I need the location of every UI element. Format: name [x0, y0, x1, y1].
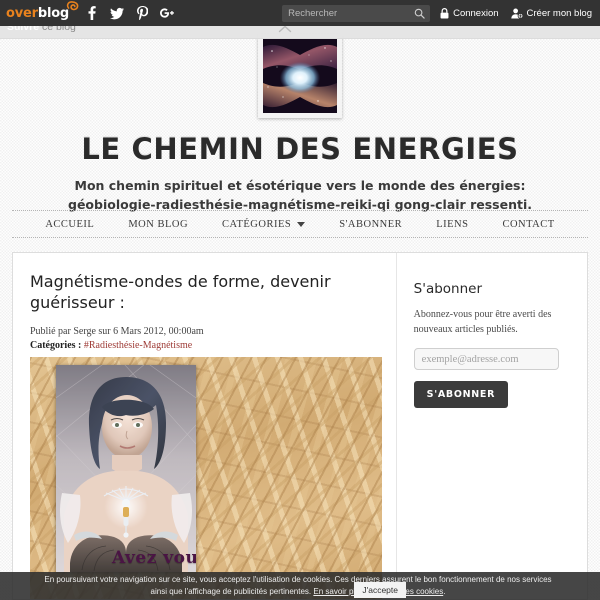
- nav-item-liens[interactable]: LIENS: [419, 219, 485, 230]
- subscribe-button[interactable]: S'ABONNER: [413, 381, 509, 408]
- nav-item-liens-label: LIENS: [436, 218, 469, 230]
- post-title[interactable]: Magnétisme-ondes de forme, devenir guéri…: [30, 271, 378, 313]
- overblog-logo-over: over: [6, 5, 38, 21]
- overblog-swirl-icon: [66, 0, 79, 10]
- pinterest-icon[interactable]: [135, 5, 149, 21]
- nav-item-accueil-label: ACCUEIL: [45, 218, 95, 230]
- post-image-overlay-text: Avez vou: [112, 548, 196, 568]
- search-icon[interactable]: [414, 8, 425, 19]
- login-link-label: Connexion: [453, 7, 499, 19]
- cookie-text-part2: .: [443, 587, 446, 596]
- social-icon-list: [85, 5, 174, 21]
- post-body-wood-background: Avez vou: [30, 357, 382, 599]
- subscribe-widget: S'abonner Abonnez-vous pour être averti …: [397, 281, 587, 408]
- overblog-logo-blog: blog: [37, 5, 70, 21]
- site-tagline: Mon chemin spirituel et ésotérique vers …: [20, 177, 580, 215]
- cookie-accept-button[interactable]: J'accepte: [354, 582, 406, 598]
- post-categories-label: Catégories :: [30, 339, 82, 351]
- overblog-toolbar: overblog Rechercher Connexion Créer mon …: [0, 0, 600, 26]
- cookie-banner-text: En poursuivant votre navigation sur ce s…: [36, 574, 564, 597]
- create-blog-link-label: Créer mon blog: [526, 7, 592, 19]
- main-navigation: ACCUEIL MON BLOG CATÉGORIES S'ABONNER LI…: [12, 210, 588, 238]
- site-logo-frame[interactable]: [258, 34, 342, 118]
- nav-item-mon-blog-label: MON BLOG: [128, 218, 189, 230]
- nav-item-contact-label: CONTACT: [502, 218, 555, 230]
- sidebar: S'abonner Abonnez-vous pour être averti …: [395, 253, 587, 599]
- article-column: Magnétisme-ondes de forme, devenir guéri…: [13, 253, 396, 599]
- lock-icon: [440, 7, 449, 19]
- site-title: LE CHEMIN DES ENERGIES: [81, 132, 519, 166]
- facebook-icon[interactable]: [85, 5, 99, 21]
- add-user-icon: [510, 8, 523, 19]
- nav-item-sabonner-label: S'ABONNER: [339, 218, 403, 230]
- subscribe-widget-title: S'abonner: [413, 281, 483, 297]
- subscribe-widget-description: Abonnez-vous pour être averti des nouvea…: [413, 309, 552, 335]
- login-link[interactable]: Connexion: [440, 7, 499, 19]
- nav-item-accueil[interactable]: ACCUEIL: [28, 219, 111, 230]
- cookie-text-part1: En poursuivant votre navigation sur ce s…: [44, 575, 552, 596]
- content-panel: Magnétisme-ondes de forme, devenir guéri…: [12, 252, 588, 600]
- search-box[interactable]: [282, 4, 431, 22]
- search-input[interactable]: [282, 5, 431, 21]
- post-image[interactable]: Avez vou: [56, 365, 196, 572]
- nav-item-categories[interactable]: CATÉGORIES: [205, 219, 322, 230]
- site-header: LE CHEMIN DES ENERGIES Mon chemin spirit…: [0, 26, 600, 215]
- toolbar-right-group: Connexion Créer mon blog: [282, 0, 594, 26]
- site-tagline-line1: Mon chemin spirituel et ésotérique vers …: [74, 178, 526, 193]
- nav-item-contact[interactable]: CONTACT: [485, 219, 571, 230]
- post-categories: Catégories : #Radiesthésie-Magnétisme: [30, 339, 396, 353]
- overblog-logo[interactable]: overblog: [6, 0, 79, 21]
- post-meta: Publié par Serge sur 6 Mars 2012, 00:00a…: [30, 326, 204, 338]
- cookie-banner: En poursuivant votre navigation sur ce s…: [0, 572, 600, 600]
- post-category-link[interactable]: #Radiesthésie-Magnétisme: [84, 340, 192, 351]
- hands-holding-light-icon: [263, 39, 337, 113]
- google-plus-icon[interactable]: [160, 5, 174, 21]
- create-blog-link[interactable]: Créer mon blog: [510, 7, 592, 19]
- chevron-up-icon[interactable]: [278, 25, 292, 33]
- twitter-icon[interactable]: [110, 5, 125, 21]
- nav-item-categories-label: CATÉGORIES: [222, 218, 292, 230]
- email-field[interactable]: [413, 348, 559, 370]
- nav-item-mon-blog[interactable]: MON BLOG: [111, 219, 205, 230]
- nav-item-sabonner[interactable]: S'ABONNER: [322, 219, 419, 230]
- chevron-down-icon: [297, 221, 306, 227]
